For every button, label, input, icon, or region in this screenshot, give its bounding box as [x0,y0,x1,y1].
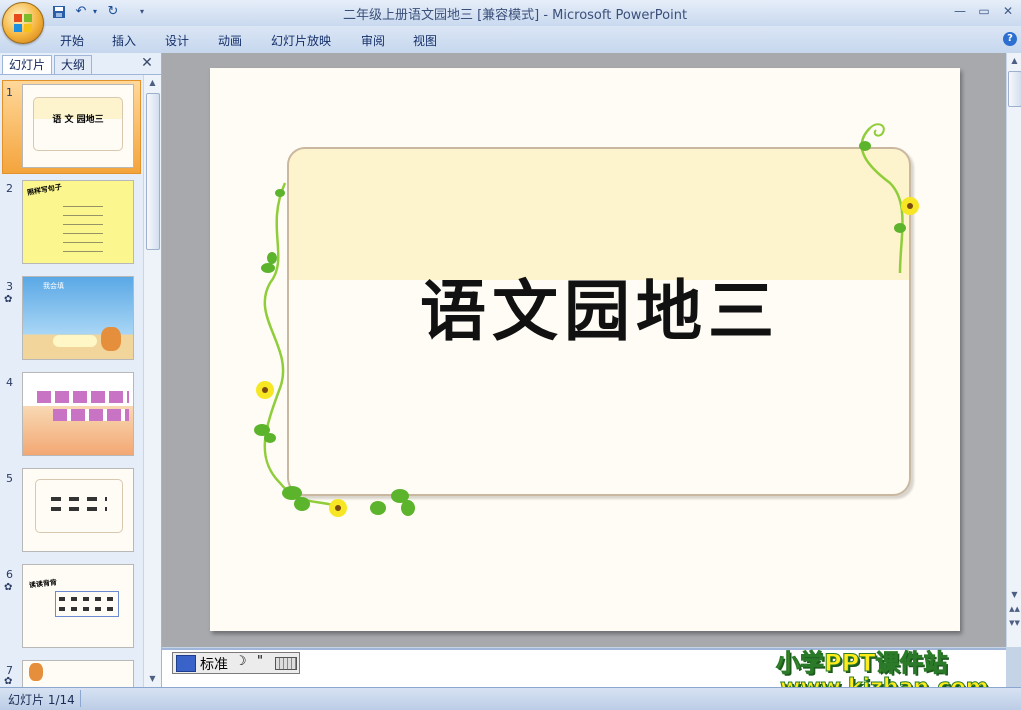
slides-pane-scrollbar[interactable]: ▲ ▼ [143,75,161,687]
slide-thumbnail-4[interactable] [22,372,134,456]
slide-thumbnail-6[interactable]: 读读背背 [22,564,134,648]
scroll-up-arrow-icon[interactable]: ▲ [144,75,161,91]
office-logo-icon [14,14,32,32]
slide-number: 2 [6,182,13,195]
slide-number: 3 [6,280,13,293]
undo-icon[interactable]: ↶ [72,3,90,21]
tab-slide-show[interactable]: 幻灯片放映 [271,32,331,49]
tab-slides[interactable]: 幻灯片 [2,55,53,74]
ime-mode-label[interactable]: 标准 [200,654,228,674]
maximize-button[interactable]: ▭ [974,3,994,19]
close-pane-icon[interactable]: ✕ [140,55,154,71]
thumb-title: 照样写句子 [26,183,63,197]
office-button[interactable] [2,2,44,44]
thumb-title: 读读背背 [28,578,58,590]
window-title: 二年级上册语文园地三 [兼容模式] - Microsoft PowerPoint [342,8,688,23]
slide-thumbnail-3[interactable]: 我会填 [22,276,134,360]
keyboard-icon[interactable] [275,657,297,670]
animation-star-icon: ✿ [4,294,13,305]
next-slide-icon[interactable]: ▼▼ [1007,615,1021,631]
slide-counter: 幻灯片 1/14 [8,693,75,707]
customize-toolbar-icon[interactable]: ▾ [136,3,148,21]
scroll-thumb[interactable] [1008,71,1021,107]
status-divider [80,690,81,707]
help-icon[interactable]: ? [1003,32,1017,46]
slide-thumbnail-5[interactable] [22,468,134,552]
moon-icon[interactable]: ☽ [235,654,247,669]
status-bar: 幻灯片 1/14 [0,687,1021,710]
scroll-thumb[interactable] [146,93,160,250]
slide-thumbnail-7[interactable] [22,660,134,688]
ime-logo-icon[interactable] [176,655,196,672]
tab-outline[interactable]: 大纲 [54,55,93,74]
redo-icon[interactable]: ↻ [104,3,122,21]
close-button[interactable]: ✕ [998,3,1018,19]
animation-star-icon: ✿ [4,676,13,687]
slide-thumbnail-2[interactable]: 照样写句子 [22,180,134,264]
scroll-down-arrow-icon[interactable]: ▼ [144,671,161,687]
save-icon[interactable] [50,3,68,21]
tab-view[interactable]: 视图 [413,32,437,49]
tab-review[interactable]: 审阅 [361,32,385,49]
slide-title[interactable]: 语文园地三 [300,258,900,354]
animation-star-icon: ✿ [4,582,13,593]
scroll-up-arrow-icon[interactable]: ▲ [1007,53,1021,69]
undo-dropdown-icon[interactable]: ▾ [90,3,100,21]
flower-icon [256,197,919,517]
tab-home[interactable]: 开始 [60,32,84,49]
punctuation-icon[interactable]: " [257,654,263,669]
slide-number: 5 [6,472,13,485]
slide-scrollbar[interactable]: ▲ ▼ ▲▲ ▼▼ [1006,53,1021,647]
ime-toolbar[interactable]: 标准 ☽ " [172,652,300,674]
slide-number: 4 [6,376,13,389]
tab-design[interactable]: 设计 [165,32,189,49]
watermark-title: 小学PPT课件站 [776,649,949,678]
thumb-title: 语 文 园地三 [52,115,104,125]
slide-thumbnail-1[interactable]: 语 文 园地三 [22,84,134,168]
tab-insert[interactable]: 插入 [112,32,136,49]
thumb-title: 我会填 [43,282,64,290]
tab-animations[interactable]: 动画 [218,32,242,49]
ribbon-tabs [0,26,1021,54]
slide-number: 1 [6,86,13,99]
minimize-button[interactable]: — [950,3,970,19]
slide-number: 6 [6,568,13,581]
